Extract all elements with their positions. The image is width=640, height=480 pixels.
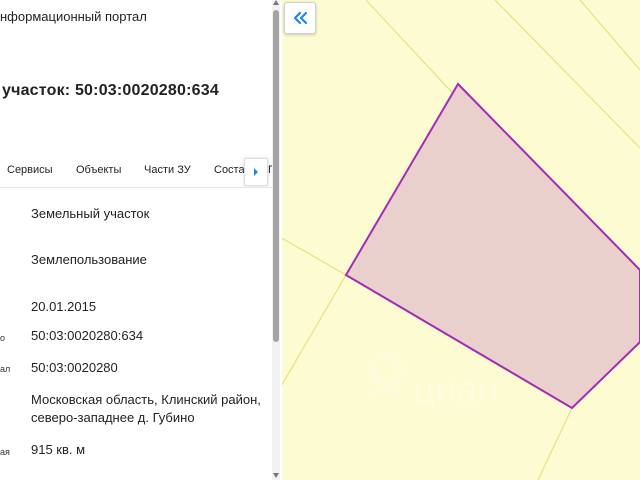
detail-value-date: 20.01.2015 — [31, 299, 97, 314]
collapse-panel-button[interactable] — [284, 2, 316, 34]
detail-value-area: 915 кв. м — [31, 442, 86, 457]
tab-parcel-parts[interactable]: Части ЗУ — [144, 164, 191, 176]
scrollbar-thumb[interactable] — [273, 10, 279, 342]
detail-value-address: Московская область, Клинский район, севе… — [31, 392, 261, 425]
double-chevron-left-icon — [293, 11, 308, 25]
detail-value-kind: Землепользование — [31, 252, 147, 267]
tab-composition[interactable]: Соста — [214, 164, 245, 176]
cadastral-map-page: нформационный портал участок: 50:03:0020… — [0, 0, 640, 480]
chevron-right-icon — [254, 168, 258, 176]
tab-objects[interactable]: Объекты — [76, 164, 121, 176]
boundary-line — [280, 236, 347, 276]
panel-scrollbar[interactable] — [272, 0, 280, 480]
portal-title: нформационный портал — [0, 9, 147, 24]
map-canvas[interactable]: циан — [280, 0, 640, 480]
boundary-line — [537, 407, 573, 480]
tab-bar: Сервисы Объекты Части ЗУ Соста Г — [0, 155, 272, 188]
boundary-line — [280, 274, 347, 389]
detail-label-cadastral-number: о — [0, 333, 6, 343]
detail-value-type: Земельный участок — [31, 206, 150, 221]
detail-label-area: ая — [0, 447, 10, 457]
cian-watermark-logo — [370, 353, 404, 397]
parcel-title: участок: 50:03:0020280:634 — [2, 82, 219, 99]
boundary-line — [494, 0, 640, 149]
watermark-text: циан — [413, 369, 498, 411]
tabs-scroll-right-button[interactable] — [244, 158, 268, 186]
boundary-line — [579, 0, 640, 71]
map-svg: циан — [280, 0, 640, 480]
scroll-down-arrow-icon[interactable] — [273, 473, 279, 478]
selected-parcel-polygon[interactable] — [344, 82, 640, 410]
scroll-up-arrow-icon[interactable] — [273, 0, 279, 5]
detail-value-cadastral-number: 50:03:0020280:634 — [31, 328, 144, 343]
detail-label-cadastral-quarter: ал — [0, 364, 11, 374]
info-panel: нформационный портал участок: 50:03:0020… — [0, 0, 282, 480]
tab-services[interactable]: Сервисы — [7, 164, 53, 176]
detail-value-cadastral-quarter: 50:03:0020280 — [31, 360, 118, 375]
